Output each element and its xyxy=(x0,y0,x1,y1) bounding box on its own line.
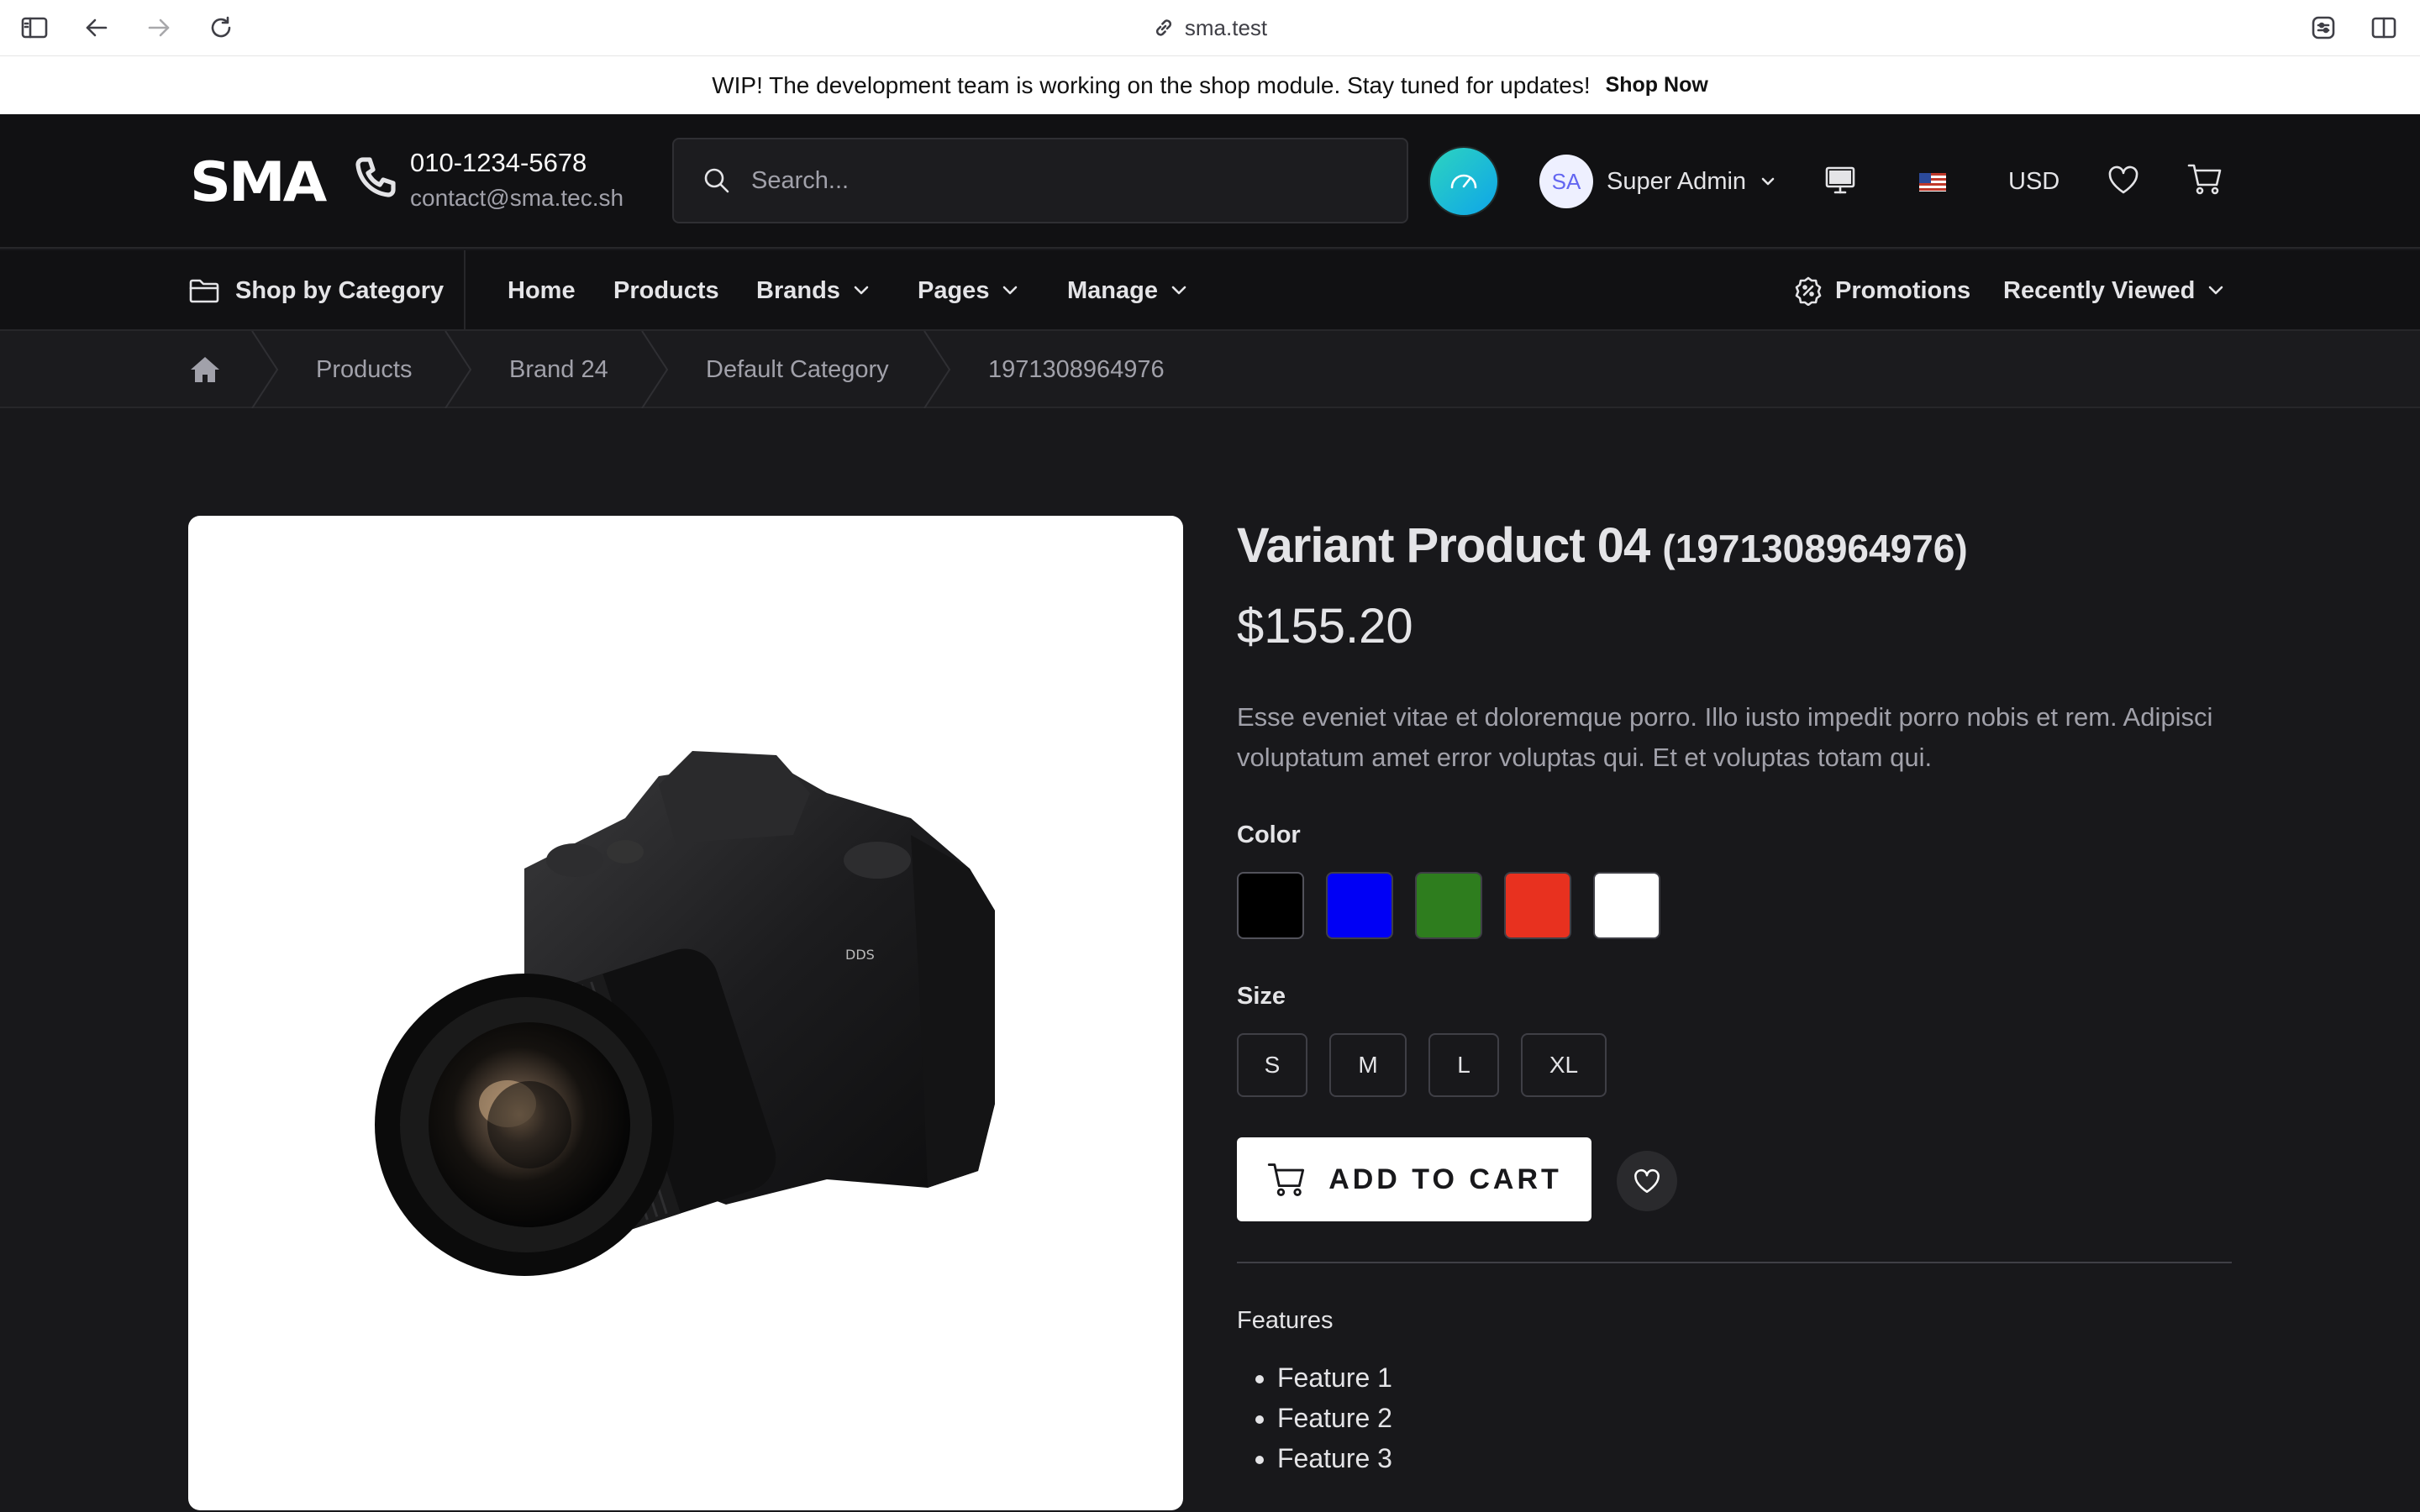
search-box[interactable] xyxy=(672,138,1408,223)
color-swatch-red[interactable] xyxy=(1504,872,1571,939)
features-heading: Features xyxy=(1237,1307,1334,1334)
size-options: S M L XL xyxy=(1237,1033,1607,1097)
speedometer-button[interactable] xyxy=(1428,146,1499,217)
nav-label: Home xyxy=(508,276,576,304)
announcement-text: WIP! The development team is working on … xyxy=(712,71,1591,98)
nav-item-recently-viewed[interactable]: Recently Viewed xyxy=(2003,250,2225,331)
nav-item-brands[interactable]: Brands xyxy=(756,250,871,331)
color-label: Color xyxy=(1237,822,1301,848)
heart-icon xyxy=(1634,1168,1660,1194)
phone-number[interactable]: 010-1234-5678 xyxy=(410,148,623,178)
chevron-down-icon xyxy=(854,286,869,295)
monitor-icon[interactable] xyxy=(1823,165,1857,197)
us-flag-icon[interactable] xyxy=(1919,173,1946,192)
color-swatch-white[interactable] xyxy=(1593,872,1660,939)
url-text: sma.test xyxy=(1184,14,1268,40)
breadcrumb: Products Brand 24 Default Category 19713… xyxy=(0,331,2420,408)
shop-by-category-button[interactable]: Shop by Category xyxy=(188,250,466,331)
color-options xyxy=(1237,872,1660,939)
nav-item-pages[interactable]: Pages xyxy=(918,250,1019,331)
chevron-down-icon xyxy=(1171,286,1186,295)
product-title: Variant Product 04 (1971308964976) xyxy=(1237,517,1968,574)
color-swatch-blue[interactable] xyxy=(1326,872,1393,939)
link-icon xyxy=(1155,19,1171,36)
size-option-s[interactable]: S xyxy=(1237,1033,1307,1097)
nav-label: Recently Viewed xyxy=(2003,276,2196,304)
camera-image: DDS xyxy=(375,751,995,1276)
home-icon[interactable] xyxy=(188,354,222,385)
nav-item-products[interactable]: Products xyxy=(613,250,719,331)
site-header: SMA 010-1234-5678 contact@sma.tec.sh SA … xyxy=(0,114,2420,249)
announcement-bar: WIP! The development team is working on … xyxy=(0,55,2420,114)
add-to-cart-label: ADD TO CART xyxy=(1328,1163,1562,1195)
feature-item: Feature 1 xyxy=(1277,1357,1392,1398)
cart-icon[interactable] xyxy=(2186,161,2223,197)
features-list: Feature 1 Feature 2 Feature 3 xyxy=(1237,1357,1392,1478)
svg-text:DDS: DDS xyxy=(845,947,875,963)
phone-icon xyxy=(355,157,396,197)
product-image[interactable]: DDS xyxy=(188,516,1183,1510)
category-label: Shop by Category xyxy=(235,276,445,304)
currency-selector[interactable]: USD xyxy=(2008,168,2060,196)
folder-icon xyxy=(189,279,219,303)
product-code: (1971308964976) xyxy=(1662,527,1968,570)
breadcrumb-item[interactable]: Brand 24 xyxy=(509,331,608,408)
product-name: Variant Product 04 xyxy=(1237,518,1650,573)
size-label: Size xyxy=(1237,983,1286,1010)
split-view-icon[interactable] xyxy=(2370,13,2398,42)
contact-info: 010-1234-5678 contact@sma.tec.sh xyxy=(410,148,623,212)
nav-label: Brands xyxy=(756,276,840,304)
size-option-l[interactable]: L xyxy=(1428,1033,1499,1097)
breadcrumb-item[interactable]: Products xyxy=(316,331,412,408)
feature-item: Feature 3 xyxy=(1277,1438,1392,1478)
nav-label: Promotions xyxy=(1835,276,1971,304)
color-swatch-black[interactable] xyxy=(1237,872,1304,939)
user-menu[interactable]: SA Super Admin xyxy=(1539,155,1776,208)
nav-item-manage[interactable]: Manage xyxy=(1067,250,1188,331)
cart-icon xyxy=(1268,1163,1305,1196)
user-name: Super Admin xyxy=(1607,167,1747,195)
main-nav: Shop by Category Home Products Brands Pa… xyxy=(0,250,2420,331)
breadcrumb-separator xyxy=(251,331,279,408)
breadcrumb-separator xyxy=(641,331,669,408)
shop-now-link[interactable]: Shop Now xyxy=(1606,73,1708,97)
color-swatch-green[interactable] xyxy=(1415,872,1482,939)
breadcrumb-item[interactable]: Default Category xyxy=(706,331,889,408)
product-description: Esse eveniet vitae et doloremque porro. … xyxy=(1237,702,2213,772)
add-to-wishlist-button[interactable] xyxy=(1617,1151,1677,1211)
nav-item-promotions[interactable]: Promotions xyxy=(1793,250,1970,331)
nav-label: Manage xyxy=(1067,276,1158,304)
chevron-down-icon xyxy=(1761,177,1775,186)
feature-item: Feature 2 xyxy=(1277,1398,1392,1438)
nav-label: Products xyxy=(613,276,719,304)
extension-icon[interactable] xyxy=(2309,13,2338,42)
add-to-cart-button[interactable]: ADD TO CART xyxy=(1237,1137,1591,1221)
browser-toolbar: sma.test xyxy=(0,0,2420,55)
heart-icon[interactable] xyxy=(2106,163,2141,197)
size-option-xl[interactable]: XL xyxy=(1521,1033,1607,1097)
size-option-m[interactable]: M xyxy=(1329,1033,1407,1097)
chevron-down-icon xyxy=(1003,286,1018,295)
avatar: SA xyxy=(1539,155,1593,208)
nav-item-home[interactable]: Home xyxy=(508,250,576,331)
chevron-down-icon xyxy=(2209,286,2223,295)
breadcrumb-separator xyxy=(923,331,951,408)
email-address[interactable]: contact@sma.tec.sh xyxy=(410,185,623,212)
nav-label: Pages xyxy=(918,276,990,304)
section-divider xyxy=(1237,1262,2232,1263)
address-bar[interactable]: sma.test xyxy=(0,12,2420,44)
product-price: $155.20 xyxy=(1237,599,1413,654)
search-input[interactable] xyxy=(750,165,1338,196)
breadcrumb-separator xyxy=(445,331,472,408)
site-logo[interactable]: SMA xyxy=(190,151,327,214)
breadcrumb-current: 1971308964976 xyxy=(988,355,1165,383)
search-icon xyxy=(704,168,729,193)
gauge-icon xyxy=(1450,174,1477,189)
discount-badge-icon xyxy=(1795,276,1822,306)
